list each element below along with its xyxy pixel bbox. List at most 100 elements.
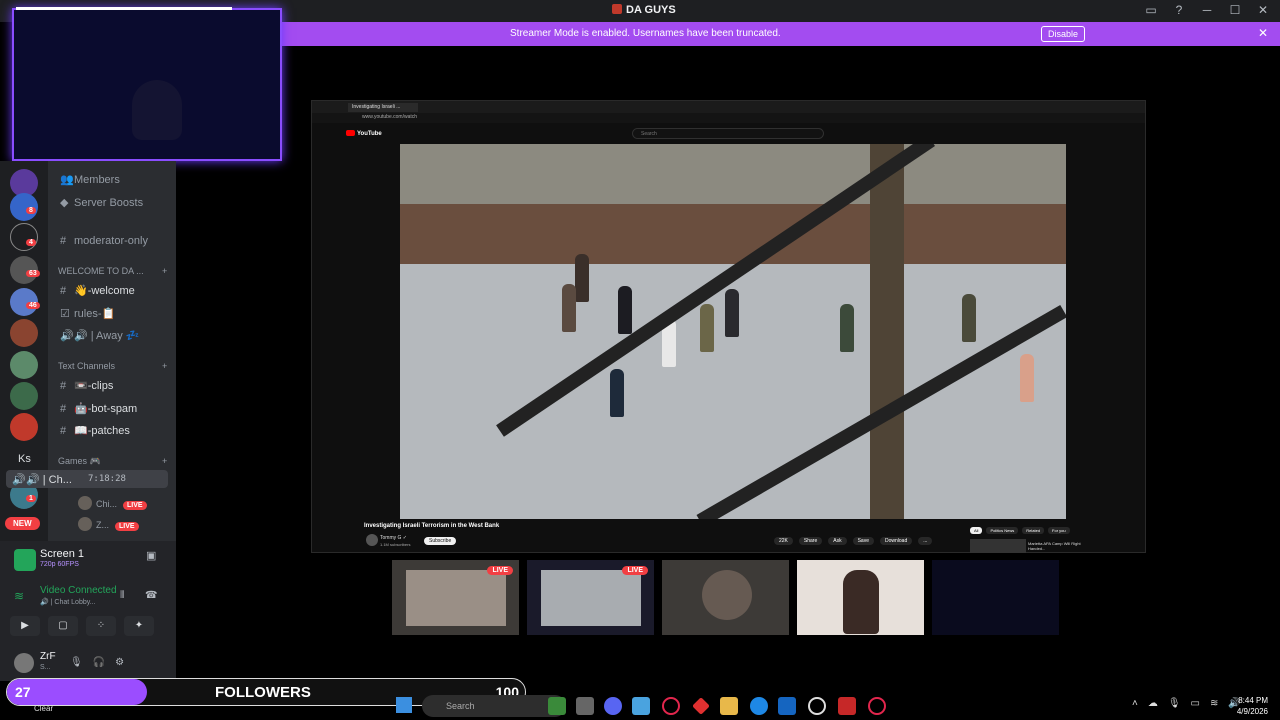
new-badge[interactable]: NEW bbox=[5, 517, 40, 530]
chip-all[interactable]: All bbox=[970, 527, 983, 534]
channel-welcome[interactable]: # 👋-welcome bbox=[60, 284, 135, 297]
category-text-channels[interactable]: Text Channels + bbox=[58, 361, 167, 371]
app-icon[interactable] bbox=[576, 697, 594, 715]
speaker-icon: 🔊 bbox=[60, 330, 74, 342]
video-person bbox=[962, 294, 976, 342]
browser-tab[interactable]: Investigating Israeli ... bbox=[348, 103, 418, 112]
subscribe-button[interactable]: Subscribe bbox=[424, 537, 457, 545]
share-screen-button[interactable]: ▢ bbox=[48, 616, 78, 636]
channel-clips[interactable]: # 📼-clips bbox=[60, 379, 113, 392]
minimize-icon[interactable]: ─ bbox=[1200, 3, 1214, 17]
channel-bot-spam[interactable]: # 🤖-bot-spam bbox=[60, 402, 137, 415]
category-games[interactable]: Games 🎮 + bbox=[58, 456, 167, 467]
help-icon[interactable]: ? bbox=[1172, 3, 1186, 17]
channel-label: rules-📋 bbox=[74, 308, 116, 320]
voice-timer: 7:18:28 bbox=[88, 474, 126, 484]
channel-label: 📖-patches bbox=[74, 425, 130, 437]
voice-user[interactable]: Z... LIVE bbox=[78, 517, 139, 531]
recommended-video-title[interactable]: Marietta APA Camp Will Right Handed... bbox=[1028, 541, 1088, 551]
close-banner-icon[interactable]: ✕ bbox=[1258, 26, 1268, 40]
channel-avatar[interactable] bbox=[366, 534, 378, 546]
channel-rules[interactable]: ☑ rules-📋 bbox=[60, 307, 115, 320]
stream-thumbnail[interactable] bbox=[797, 560, 924, 635]
channel-moderator-only[interactable]: # moderator-only bbox=[60, 235, 148, 247]
like-button[interactable]: 22K bbox=[774, 537, 793, 545]
chevron-up-icon[interactable]: ˄ bbox=[1132, 698, 1138, 709]
save-button[interactable]: Save bbox=[852, 537, 874, 545]
disconnect-icon[interactable]: ☎ bbox=[145, 590, 157, 601]
channel-away[interactable]: 🔊🔊 | Away 💤 bbox=[60, 329, 140, 342]
hash-icon: # bbox=[60, 380, 67, 392]
stream-thumbnail[interactable]: LIVE bbox=[392, 560, 519, 635]
gear-icon[interactable] bbox=[808, 697, 826, 715]
app-icon[interactable] bbox=[838, 697, 856, 715]
soundboard-button[interactable]: ✦ bbox=[124, 616, 154, 636]
noise-suppression-icon[interactable]: ⦀ bbox=[120, 590, 124, 601]
add-channel-icon[interactable]: + bbox=[162, 266, 167, 276]
close-icon[interactable]: ✕ bbox=[1256, 3, 1270, 17]
youtube-logo[interactable]: YouTube bbox=[346, 130, 382, 137]
folder-icon[interactable] bbox=[720, 697, 738, 715]
app-icon[interactable] bbox=[868, 697, 886, 715]
help-icon[interactable] bbox=[750, 697, 768, 715]
category-welcome[interactable]: WELCOME TO DA ... + bbox=[58, 266, 167, 276]
chip-for-you[interactable]: For you bbox=[1048, 527, 1070, 534]
camera-button[interactable]: ▶ bbox=[10, 616, 40, 636]
discord-icon[interactable] bbox=[604, 697, 622, 715]
voice-channel-active[interactable]: 🔊🔊 | Ch... 7:18:28 bbox=[6, 470, 168, 488]
camera-person bbox=[843, 570, 879, 634]
url-field[interactable]: www.youtube.com/watch bbox=[362, 114, 417, 120]
browser-urlbar: www.youtube.com/watch bbox=[312, 113, 1145, 123]
ask-button[interactable]: Ask bbox=[828, 537, 847, 545]
channel-members[interactable]: 👥Members bbox=[60, 173, 120, 186]
maximize-icon[interactable]: ☐ bbox=[1228, 3, 1242, 17]
voice-user[interactable]: Chi... LIVE bbox=[78, 496, 147, 510]
app-icon[interactable] bbox=[548, 697, 566, 715]
network-icon[interactable]: ☁ bbox=[1148, 698, 1158, 709]
display-icon[interactable]: ▭ bbox=[1191, 698, 1200, 709]
headphones-icon[interactable]: 🎧 bbox=[93, 657, 105, 668]
youtube-search-input[interactable]: Search bbox=[632, 128, 824, 139]
video-player[interactable] bbox=[400, 144, 1066, 519]
add-channel-icon[interactable]: + bbox=[162, 361, 167, 371]
chip-related[interactable]: Related bbox=[1022, 527, 1045, 534]
inbox-icon[interactable]: ▭ bbox=[1144, 3, 1158, 17]
hash-icon: # bbox=[60, 403, 67, 415]
channel-server-boosts[interactable]: ◆ Server Boosts bbox=[60, 196, 143, 209]
outlook-icon[interactable] bbox=[778, 697, 796, 715]
more-button[interactable]: ... bbox=[918, 537, 933, 545]
add-channel-icon[interactable]: + bbox=[162, 456, 167, 466]
taskbar-clock[interactable]: 8:44 PM 4/9/2026 bbox=[1237, 695, 1268, 717]
server-icon-8[interactable] bbox=[10, 382, 38, 410]
channel-patches[interactable]: # 📖-patches bbox=[60, 424, 130, 437]
stop-share-icon[interactable]: ▣ bbox=[146, 549, 156, 562]
server-icon-6[interactable] bbox=[10, 319, 38, 347]
server-icon-9[interactable] bbox=[10, 413, 38, 441]
server-text-icon[interactable]: Ks bbox=[18, 453, 31, 465]
stream-thumbnail[interactable]: LIVE bbox=[527, 560, 654, 635]
taskbar-search[interactable]: Search bbox=[422, 695, 566, 717]
live-badge: LIVE bbox=[123, 501, 147, 510]
server-icon-7[interactable] bbox=[10, 351, 38, 379]
opera-icon[interactable] bbox=[662, 697, 680, 715]
wifi-icon[interactable]: ≋ bbox=[1210, 698, 1218, 709]
app-icon[interactable] bbox=[632, 697, 650, 715]
activities-button[interactable]: ⁘ bbox=[86, 616, 116, 636]
chip-politics[interactable]: Politics News bbox=[986, 527, 1019, 534]
gear-icon[interactable]: ⚙ bbox=[115, 657, 124, 668]
avatar[interactable] bbox=[14, 653, 34, 673]
stream-thumbnail[interactable] bbox=[932, 560, 1059, 635]
share-button[interactable]: Share bbox=[798, 537, 823, 545]
windows-start-icon[interactable] bbox=[396, 697, 412, 713]
download-button[interactable]: Download bbox=[880, 537, 913, 545]
server-icon-3[interactable] bbox=[10, 223, 38, 251]
disable-streamer-mode-button[interactable]: Disable bbox=[1041, 26, 1086, 42]
webcam-overlay bbox=[12, 7, 282, 161]
mic-icon[interactable]: 🎙 bbox=[1168, 698, 1181, 709]
mic-icon[interactable]: 🎙 bbox=[70, 657, 83, 668]
channel-name[interactable]: Tommy G ✓ bbox=[380, 535, 407, 541]
stream-thumbnail[interactable] bbox=[662, 560, 789, 635]
video-person bbox=[700, 304, 714, 352]
app-icon[interactable] bbox=[692, 697, 710, 715]
recommended-video-thumbnail[interactable] bbox=[970, 539, 1026, 553]
